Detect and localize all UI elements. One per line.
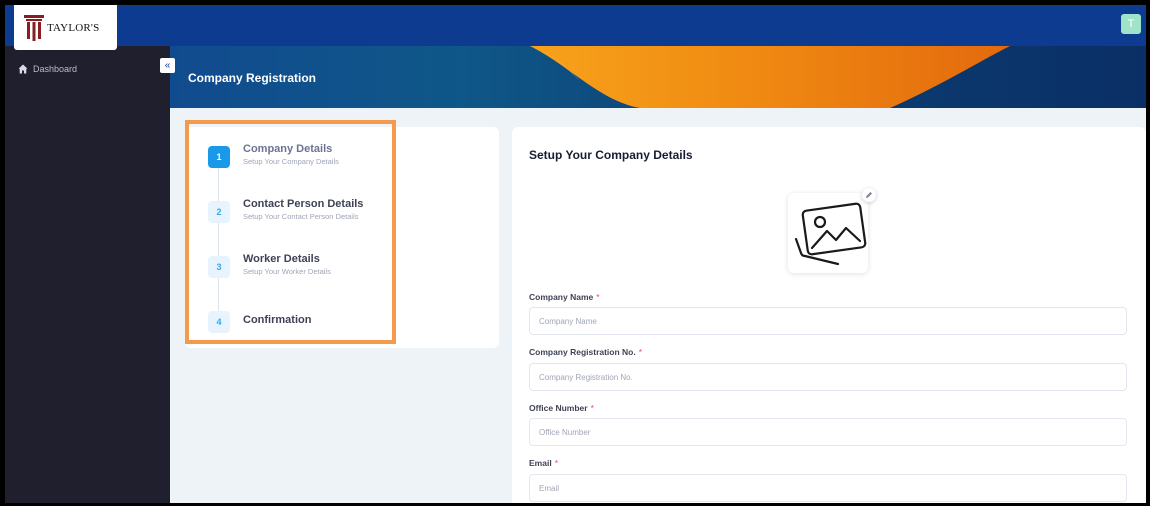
page-title: Company Registration	[188, 71, 317, 85]
company-name-label: Company Name *	[529, 292, 600, 302]
company-details-form: Setup Your Company Details Company Name *…	[512, 127, 1146, 503]
step-number: 1	[208, 146, 230, 168]
step-title: Company Details	[243, 143, 333, 155]
step-subtitle: Setup Your Company Details	[243, 157, 339, 166]
banner-decoration	[530, 46, 1010, 108]
app-frame: T TAYLOR'S Dashboard « Company Registrat…	[5, 5, 1146, 503]
step-subtitle: Setup Your Worker Details	[243, 267, 331, 276]
step-number: 4	[208, 311, 230, 333]
step-contact-person-details[interactable]: 2 Contact Person Details Setup Your Cont…	[208, 198, 363, 223]
office-number-label: Office Number *	[529, 403, 594, 413]
step-number: 2	[208, 201, 230, 223]
home-icon	[18, 64, 28, 74]
step-title: Contact Person Details	[243, 198, 364, 210]
image-placeholder-icon	[794, 202, 867, 266]
step-worker-details[interactable]: 3 Worker Details Setup Your Worker Detai…	[208, 253, 331, 278]
step-title: Worker Details	[243, 253, 320, 265]
edit-logo-button[interactable]	[862, 188, 876, 202]
sidebar: Dashboard	[5, 46, 170, 503]
step-subtitle: Setup Your Contact Person Details	[243, 212, 359, 221]
user-avatar[interactable]: T	[1121, 14, 1141, 34]
sidebar-item-label: Dashboard	[33, 64, 78, 74]
step-confirmation[interactable]: 4 Confirmation	[208, 308, 311, 333]
step-title: Confirmation	[243, 314, 312, 326]
sidebar-item-dashboard[interactable]: Dashboard	[18, 64, 77, 74]
company-name-input[interactable]	[529, 307, 1127, 335]
taylors-logo[interactable]: TAYLOR'S	[14, 5, 117, 50]
company-registration-label: Company Registration No. *	[529, 347, 643, 357]
email-label: Email *	[529, 458, 558, 468]
logo-text: TAYLOR'S	[47, 21, 100, 34]
collapse-sidebar-button[interactable]: «	[160, 58, 175, 73]
email-input[interactable]	[529, 474, 1127, 502]
company-registration-input[interactable]	[529, 363, 1127, 391]
top-bar: T	[5, 5, 1146, 46]
form-title: Setup Your Company Details	[529, 148, 693, 162]
company-logo-upload[interactable]	[788, 193, 868, 273]
step-number: 3	[208, 256, 230, 278]
step-company-details[interactable]: 1 Company Details Setup Your Company Det…	[208, 143, 339, 168]
pencil-icon	[866, 192, 872, 198]
office-number-input[interactable]	[529, 418, 1127, 446]
page-banner: Company Registration	[170, 46, 1146, 108]
logo-mark-icon	[24, 14, 44, 41]
